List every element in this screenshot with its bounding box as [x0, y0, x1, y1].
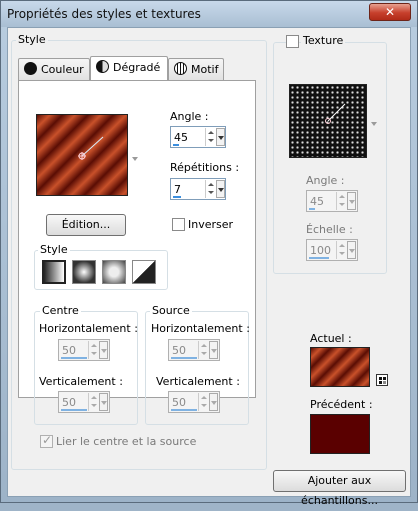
- black-circle-icon: [24, 62, 37, 75]
- gradient-dropdown-arrow[interactable]: [132, 157, 138, 161]
- gradient-angle-value: 45: [174, 131, 188, 144]
- gradient-repetitions-dropdown[interactable]: [216, 180, 225, 198]
- source-horizontal-dropdown[interactable]: [209, 341, 218, 359]
- previous-swatch[interactable]: [310, 414, 370, 454]
- source-vertical-level: [171, 409, 197, 411]
- dialog-window: Propriétés des styles et textures ✕ Styl…: [0, 0, 418, 507]
- tab-degrade-label: Dégradé: [113, 61, 161, 74]
- centre-horizontal-dropdown[interactable]: [99, 341, 108, 359]
- current-label: Actuel :: [310, 332, 352, 345]
- centre-vertical-label: Verticalement :: [39, 375, 123, 388]
- link-centre-source-label: Lier le centre et la source: [56, 435, 197, 448]
- gradient-angle-spinner[interactable]: 45: [170, 126, 226, 148]
- texture-scale-value: 100: [310, 244, 331, 257]
- source-horizontal-label: Horizontalement :: [151, 322, 250, 335]
- gradient-repetitions-level: [173, 196, 181, 198]
- gradient-repetitions-label: Répétitions :: [170, 161, 240, 174]
- dialog-client-area: Style Couleur Dégradé Motif Angle: 45 R…: [7, 27, 411, 507]
- gradient-repetitions-spinner[interactable]: 7: [170, 178, 226, 200]
- texture-scale-updown[interactable]: [336, 241, 347, 259]
- texture-angle-updown[interactable]: [336, 192, 347, 210]
- sunburst-style-icon[interactable]: [102, 260, 126, 284]
- gradient-angle-updown[interactable]: [205, 128, 216, 146]
- centre-horizontal-updown[interactable]: [88, 341, 99, 359]
- texture-angle-value: 45: [310, 195, 324, 208]
- centre-vertical-spinner[interactable]: 50: [58, 391, 110, 413]
- centre-horizontal-spinner[interactable]: 50: [58, 339, 110, 361]
- tab-couleur[interactable]: Couleur: [18, 58, 90, 80]
- gradient-circle-icon: [96, 60, 109, 73]
- texture-dropdown-arrow[interactable]: [371, 122, 377, 126]
- source-horizontal-value: 50: [172, 344, 186, 357]
- centre-horizontal-level: [61, 357, 87, 359]
- source-vertical-value: 50: [172, 396, 186, 409]
- gradient-preview[interactable]: [36, 114, 128, 196]
- previous-label: Précédent :: [310, 398, 373, 411]
- texture-angle-handle[interactable]: [290, 85, 368, 159]
- source-vertical-label: Verticalement :: [156, 375, 240, 388]
- texture-scale-label: Échelle :: [306, 223, 353, 236]
- centre-vertical-value: 50: [62, 396, 76, 409]
- invert-label: Inverser: [188, 218, 234, 231]
- style-group-label: Style: [16, 33, 48, 46]
- texture-angle-spinner[interactable]: 45: [306, 190, 358, 212]
- linear-style-icon[interactable]: [42, 260, 66, 284]
- texture-scale-dropdown[interactable]: [347, 241, 356, 259]
- gradient-repetitions-value: 7: [174, 183, 181, 196]
- centre-vertical-dropdown[interactable]: [99, 393, 108, 411]
- source-vertical-dropdown[interactable]: [209, 393, 218, 411]
- window-title: Propriétés des styles et textures: [7, 7, 201, 21]
- edit-gradient-button[interactable]: Édition...: [46, 214, 126, 236]
- tab-motif[interactable]: Motif: [168, 58, 224, 80]
- source-horizontal-spinner[interactable]: 50: [168, 339, 220, 361]
- texture-checkbox[interactable]: [286, 35, 299, 48]
- gradient-angle-level: [173, 144, 179, 146]
- current-swatch[interactable]: [310, 347, 370, 387]
- source-horizontal-updown[interactable]: [198, 341, 209, 359]
- swap-icon[interactable]: [376, 374, 388, 386]
- gradient-angle-label: Angle :: [170, 110, 209, 123]
- tab-degrade[interactable]: Dégradé: [90, 56, 168, 80]
- centre-group-label: Centre: [40, 304, 81, 317]
- radial-style-icon[interactable]: [132, 260, 156, 284]
- source-vertical-updown[interactable]: [198, 393, 209, 411]
- title-bar[interactable]: Propriétés des styles et textures ✕: [1, 1, 417, 27]
- source-group-label: Source: [150, 304, 192, 317]
- texture-angle-label: Angle :: [306, 174, 345, 187]
- source-vertical-spinner[interactable]: 50: [168, 391, 220, 413]
- gradient-style-label: Style: [38, 243, 70, 256]
- invert-checkbox[interactable]: [172, 218, 185, 231]
- centre-horizontal-value: 50: [62, 344, 76, 357]
- rectangular-style-icon[interactable]: [72, 260, 96, 284]
- gradient-angle-dropdown[interactable]: [216, 128, 225, 146]
- close-button[interactable]: ✕: [369, 3, 411, 21]
- texture-label: Texture: [301, 34, 346, 47]
- texture-angle-dropdown[interactable]: [347, 192, 356, 210]
- centre-vertical-level: [61, 409, 87, 411]
- add-to-samples-button[interactable]: Ajouter aux échantillons...: [273, 470, 406, 507]
- gradient-repetitions-updown[interactable]: [205, 180, 216, 198]
- globe-pattern-icon: [174, 62, 187, 75]
- centre-vertical-updown[interactable]: [88, 393, 99, 411]
- texture-scale-level: [309, 257, 329, 259]
- texture-scale-spinner[interactable]: 100: [306, 239, 358, 261]
- link-centre-source-checkbox[interactable]: [40, 433, 53, 448]
- texture-angle-level: [309, 208, 315, 210]
- gradient-angle-handle[interactable]: [37, 115, 129, 197]
- source-horizontal-level: [171, 357, 197, 359]
- tab-motif-label: Motif: [191, 63, 219, 76]
- tab-strip: Couleur Dégradé Motif: [18, 56, 258, 82]
- tab-couleur-label: Couleur: [41, 63, 84, 76]
- centre-horizontal-label: Horizontalement :: [39, 322, 138, 335]
- texture-preview[interactable]: [289, 84, 367, 158]
